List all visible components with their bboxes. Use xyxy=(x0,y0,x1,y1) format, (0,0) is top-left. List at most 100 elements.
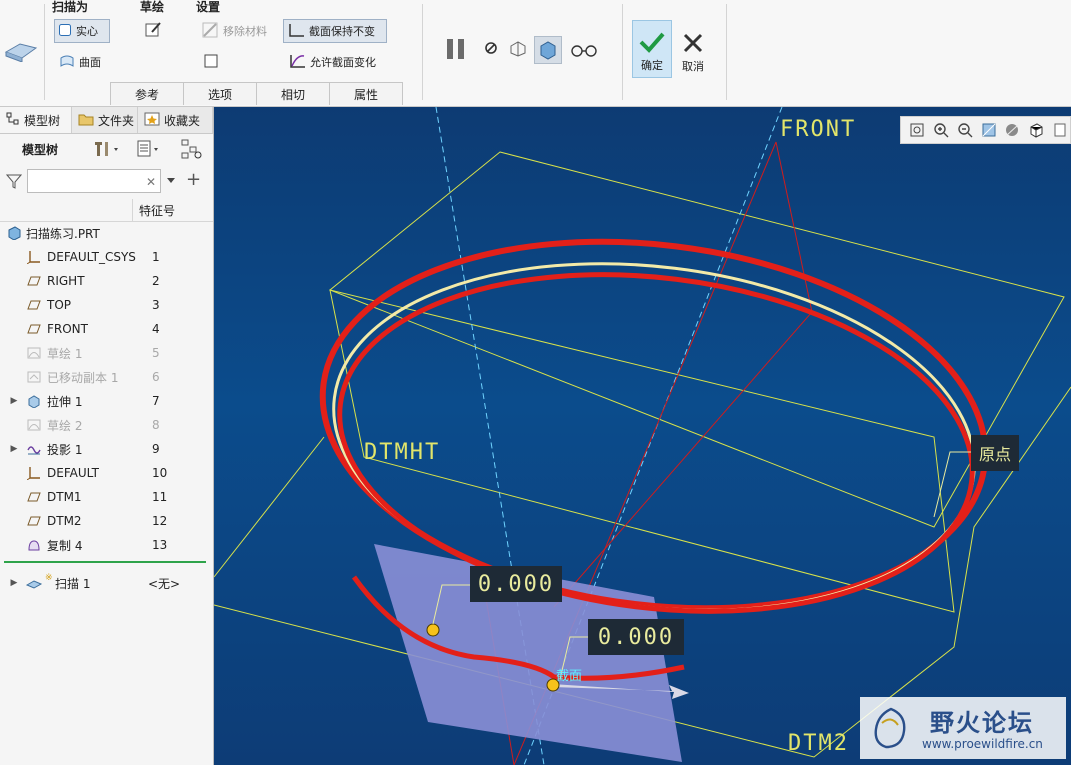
tree-row-label: FRONT xyxy=(47,322,88,336)
ok-button[interactable]: 确定 xyxy=(632,20,672,78)
tab-favorites[interactable]: 收藏夹 xyxy=(138,107,213,133)
forum-watermark: 野火论坛 www.proewildfire.cn xyxy=(860,697,1066,759)
sweep-feature-icon xyxy=(4,38,38,63)
show-menu-icon[interactable] xyxy=(136,139,164,162)
tree-toolbar: 模型树 xyxy=(0,135,213,163)
csys-icon xyxy=(26,249,42,265)
search-dropdown-icon[interactable] xyxy=(166,174,176,188)
expand-arrow-icon[interactable]: ▶ xyxy=(8,396,20,406)
section-label: 截面 xyxy=(556,669,583,684)
tree-row-front[interactable]: FRONT 4 xyxy=(0,317,213,341)
favorites-icon xyxy=(144,112,160,129)
tree-row-number: 9 xyxy=(152,442,160,456)
trajectory-construction-line-2 xyxy=(553,141,813,608)
tab-references[interactable]: 参考 xyxy=(110,82,184,105)
datum-label-front: FRONT xyxy=(780,117,857,142)
folder-icon xyxy=(78,112,94,129)
tree-row-right[interactable]: RIGHT 2 xyxy=(0,269,213,293)
variable-section-button[interactable]: 允许截面变化 xyxy=(285,50,379,74)
saved-views-icon[interactable] xyxy=(1026,120,1046,140)
zoom-in-icon[interactable] xyxy=(931,120,951,140)
trajectory-handle xyxy=(426,623,440,637)
sweep-as-title: 扫描为 xyxy=(52,0,89,14)
tree-row-moved-copy[interactable]: 已移动副本 1 6 xyxy=(0,365,213,389)
insert-here-spacer xyxy=(0,557,213,571)
tree-row-label: 拉伸 1 xyxy=(47,394,83,409)
tree-row-number: <无> xyxy=(148,576,181,591)
no-preview-icon[interactable] xyxy=(484,41,500,57)
dimension-value-1[interactable]: 0.000 xyxy=(470,566,562,602)
tree-row-label: 草绘 1 xyxy=(47,346,83,361)
tree-row-part[interactable]: 扫描练习.PRT xyxy=(0,221,213,245)
surface-label: 曲面 xyxy=(79,56,101,69)
tree-row-top[interactable]: TOP 3 xyxy=(0,293,213,317)
dimension-value-2[interactable]: 0.000 xyxy=(588,619,684,655)
remove-material-button[interactable]: 移除材料 xyxy=(198,19,270,43)
extrude-icon xyxy=(26,393,42,409)
origin-label[interactable]: 原点 xyxy=(971,435,1019,471)
feature-subtabs: 参考 选项 相切 属性 xyxy=(110,82,403,105)
sketch-icon xyxy=(26,345,42,361)
tree-row-sweep[interactable]: ▶ ※ 扫描 1 <无> xyxy=(0,571,213,595)
tree-filter-icon[interactable] xyxy=(180,138,204,163)
tree-row-label: 复制 4 xyxy=(47,538,83,553)
pause-button[interactable] xyxy=(444,37,468,61)
tree-row-label: 已移动副本 1 xyxy=(47,370,119,385)
refit-icon[interactable] xyxy=(907,120,927,140)
tab-folder[interactable]: 文件夹 xyxy=(72,107,138,133)
feature-preview-icon[interactable] xyxy=(534,36,562,64)
sketch-title: 草绘 xyxy=(140,0,165,14)
datum-plane-right-edge xyxy=(214,436,325,578)
repaint-icon[interactable] xyxy=(979,120,999,140)
navigator-panel: 模型树 文件夹 收藏夹 模型树 ✕ + 特征号 扫描练习.PRT DEFAULT… xyxy=(0,107,214,765)
tree-row-number: 12 xyxy=(152,514,168,528)
tree-row-copy4[interactable]: 复制 4 13 xyxy=(0,533,213,557)
settings-tools-icon[interactable] xyxy=(92,139,122,162)
tab-tangency[interactable]: 相切 xyxy=(256,82,330,105)
filter-row: ✕ + xyxy=(0,165,213,197)
cancel-button[interactable]: 取消 xyxy=(676,20,710,78)
surface-button[interactable]: 曲面 xyxy=(56,50,104,74)
tree-row-label: DEFAULT_CSYS xyxy=(47,250,136,264)
insert-here-line[interactable] xyxy=(4,561,206,563)
variable-section-icon xyxy=(288,53,306,72)
solid-button[interactable]: 实心 xyxy=(54,19,110,43)
tree-row-projection[interactable]: ▶ 投影 1 9 xyxy=(0,437,213,461)
tree-row-number: 10 xyxy=(152,466,168,480)
tree-row-number: 4 xyxy=(152,322,160,336)
sketch-button[interactable] xyxy=(141,19,165,43)
display-style-icon[interactable] xyxy=(1002,120,1022,140)
remove-material-label: 移除材料 xyxy=(223,25,267,38)
tab-options[interactable]: 选项 xyxy=(183,82,257,105)
cancel-label: 取消 xyxy=(682,60,704,73)
zoom-out-icon[interactable] xyxy=(955,120,975,140)
tree-row-sketch2[interactable]: 草绘 2 8 xyxy=(0,413,213,437)
tree-row-sketch1[interactable]: 草绘 1 5 xyxy=(0,341,213,365)
datum-plane-icon xyxy=(26,273,42,289)
search-input[interactable] xyxy=(27,169,161,193)
tab-properties[interactable]: 属性 xyxy=(329,82,403,105)
expand-arrow-icon[interactable]: ▶ xyxy=(8,444,20,454)
tree-row-extrude[interactable]: ▶ 拉伸 1 7 xyxy=(0,389,213,413)
expand-arrow-icon[interactable]: ▶ xyxy=(8,578,20,588)
model-geometry[interactable] xyxy=(214,107,1071,765)
more-views-icon[interactable] xyxy=(1050,120,1070,140)
clear-search-icon[interactable]: ✕ xyxy=(146,175,156,189)
tab-model-tree[interactable]: 模型树 xyxy=(0,107,72,133)
thicken-button[interactable] xyxy=(200,50,224,74)
tree-row-label: DEFAULT xyxy=(47,466,99,480)
tree-row-default-csys[interactable]: DEFAULT 10 xyxy=(0,461,213,485)
graphics-window[interactable]: FRONT DTMHT DTM2 0.000 0.000 原点 截面 野火论坛 … xyxy=(214,107,1071,765)
tree-row-dtm1[interactable]: DTM1 11 xyxy=(0,485,213,509)
tree-row-dtm2[interactable]: DTM2 12 xyxy=(0,509,213,533)
glasses-icon[interactable] xyxy=(570,41,598,59)
tree-row-label: DTM1 xyxy=(47,490,82,504)
copy-icon xyxy=(26,537,42,553)
tree-row-csys[interactable]: DEFAULT_CSYS 1 xyxy=(0,245,213,269)
tree-row-number: 11 xyxy=(152,490,168,504)
funnel-icon[interactable] xyxy=(5,173,23,192)
verify-mode-icon[interactable] xyxy=(508,38,528,58)
add-filter-icon[interactable]: + xyxy=(186,169,201,190)
feature-number-header[interactable]: 特征号 xyxy=(139,202,175,219)
constant-section-button[interactable]: 截面保持不变 xyxy=(283,19,387,43)
